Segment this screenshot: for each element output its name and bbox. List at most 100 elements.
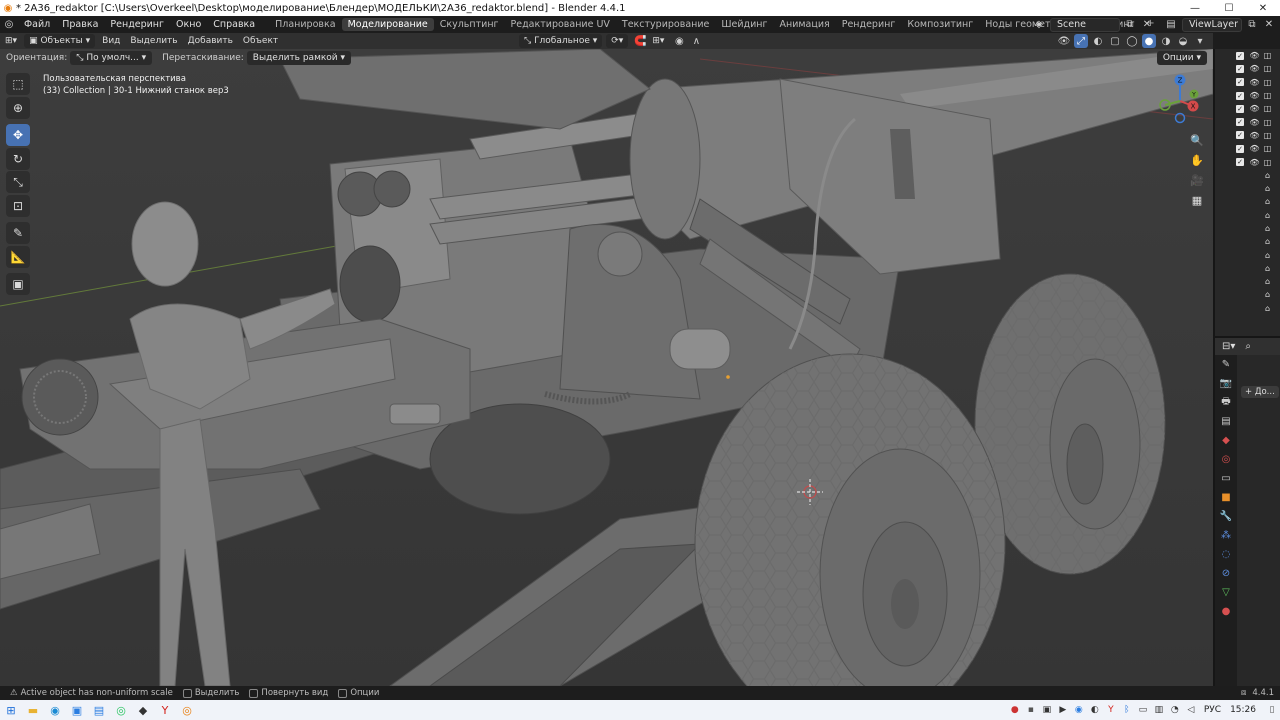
blender-taskbar-icon[interactable]: ◎ [176, 700, 198, 720]
tab-shading[interactable]: Шейдинг [715, 18, 773, 31]
eye-icon[interactable]: 👁 [1249, 118, 1259, 127]
outliner-row[interactable]: ⌂ [1215, 209, 1280, 222]
object-data-icon[interactable]: ⌂ [1263, 251, 1272, 260]
outliner-row[interactable]: ⌂ [1215, 169, 1280, 182]
render-camera-icon[interactable]: ◫ [1263, 91, 1272, 100]
select-box-tool-icon[interactable]: ⬚ [6, 73, 30, 95]
tray-app-icon-6[interactable]: ◐ [1087, 705, 1103, 715]
minimize-button[interactable]: — [1178, 0, 1212, 16]
rendered-shading-icon[interactable]: ◒ [1176, 34, 1190, 48]
edge-browser-icon[interactable]: ◉ [44, 700, 66, 720]
collection-tab-icon[interactable]: ▭ [1215, 469, 1237, 488]
measure-tool-icon[interactable]: 📐 [6, 245, 30, 268]
tab-sculpting[interactable]: Скульптинг [434, 18, 505, 31]
solid-shading-icon[interactable]: ● [1142, 34, 1156, 48]
gizmo-toggle-icon[interactable]: ⤢ [1074, 34, 1088, 48]
outliner-row[interactable]: ✓ 👁 ◫ [1215, 129, 1280, 142]
exclude-checkbox[interactable]: ✓ [1236, 104, 1244, 113]
epic-games-icon[interactable]: ◆ [132, 700, 154, 720]
file-explorer-icon[interactable]: ▬ [22, 700, 44, 720]
bluetooth-icon[interactable]: ᛒ [1119, 705, 1135, 715]
tab-animation[interactable]: Анимация [774, 18, 836, 31]
exclude-checkbox[interactable]: ✓ [1236, 158, 1244, 167]
output-tab-icon[interactable]: 🖶 [1215, 393, 1237, 412]
render-camera-icon[interactable]: ◫ [1263, 118, 1272, 127]
outliner-row[interactable]: ⌂ [1215, 195, 1280, 208]
tray-app-icon-8[interactable]: ▭ [1135, 705, 1151, 715]
tab-texture-paint[interactable]: Текстурирование [616, 18, 715, 31]
close-button[interactable]: ✕ [1246, 0, 1280, 16]
view-layer-icon[interactable]: ▤ [1164, 18, 1178, 32]
menu-object[interactable]: Объект [238, 34, 283, 48]
falloff-icon[interactable]: ∧ [689, 34, 703, 48]
exclude-checkbox[interactable]: ✓ [1236, 118, 1244, 127]
render-camera-icon[interactable]: ◫ [1263, 64, 1272, 73]
menu-render[interactable]: Рендеринг [104, 19, 170, 30]
outliner-row[interactable]: ⌂ [1215, 222, 1280, 235]
tray-app-icon-7[interactable]: Y [1103, 705, 1119, 715]
exclude-checkbox[interactable]: ✓ [1236, 78, 1244, 87]
blender-logo-icon[interactable]: ◎ [0, 19, 18, 30]
transform-tool-icon[interactable]: ⊡ [6, 194, 30, 217]
menu-help[interactable]: Справка [207, 19, 261, 30]
object-data-icon[interactable]: ⌂ [1263, 264, 1272, 273]
object-data-icon[interactable]: ⌂ [1263, 304, 1272, 313]
object-data-icon[interactable]: ⌂ [1263, 290, 1272, 299]
world-tab-icon[interactable]: ◎ [1215, 450, 1237, 469]
data-tab-icon[interactable]: ▽ [1215, 583, 1237, 602]
outliner-row[interactable]: ⌂ [1215, 182, 1280, 195]
render-camera-icon[interactable]: ◫ [1263, 131, 1272, 140]
outliner-row[interactable]: ⌂ [1215, 288, 1280, 301]
visibility-icon[interactable]: 👁 [1057, 34, 1071, 48]
eye-icon[interactable]: 👁 [1249, 104, 1259, 113]
eye-icon[interactable]: 👁 [1249, 91, 1259, 100]
exclude-checkbox[interactable]: ✓ [1236, 64, 1244, 73]
proportional-edit-icon[interactable]: ◉ [672, 34, 686, 48]
move-tool-icon[interactable]: ✥ [6, 124, 30, 146]
snap-icon[interactable]: 🧲 [633, 34, 647, 48]
clock[interactable]: 15:26 [1226, 705, 1264, 715]
eye-icon[interactable]: 👁 [1249, 131, 1259, 140]
object-data-icon[interactable]: ⌂ [1263, 197, 1272, 206]
menu-view[interactable]: Вид [97, 34, 125, 48]
whatsapp-icon[interactable]: ◎ [110, 700, 132, 720]
eye-icon[interactable]: 👁 [1249, 64, 1259, 73]
outliner-row[interactable]: ⌂ [1215, 235, 1280, 248]
exclude-checkbox[interactable]: ✓ [1236, 91, 1244, 100]
scene-selector[interactable]: Scene [1050, 17, 1120, 32]
physics-tab-icon[interactable]: ◌ [1215, 545, 1237, 564]
rotate-tool-icon[interactable]: ↻ [6, 147, 30, 170]
exclude-checkbox[interactable]: ✓ [1236, 51, 1244, 60]
object-data-icon[interactable]: ⌂ [1263, 184, 1272, 193]
constraints-tab-icon[interactable]: ⊘ [1215, 564, 1237, 583]
show-desktop-icon[interactable]: ▯ [1264, 705, 1280, 715]
outliner-row[interactable]: ✓ 👁 ◫ [1215, 115, 1280, 128]
render-camera-icon[interactable]: ◫ [1263, 78, 1272, 87]
scene-icon[interactable]: ◈ [1032, 18, 1046, 32]
tab-compositing[interactable]: Композитинг [901, 18, 979, 31]
tab-modeling[interactable]: Моделирование [341, 18, 434, 31]
options-dropdown[interactable]: Опции ▾ [1156, 51, 1207, 65]
menu-add[interactable]: Добавить [183, 34, 238, 48]
properties-search-icon[interactable]: ⌕ [1245, 341, 1251, 352]
outliner-row[interactable]: ✓ 👁 ◫ [1215, 62, 1280, 75]
object-tab-icon[interactable]: ■ [1215, 488, 1237, 507]
render-tab-icon[interactable]: 📷 [1215, 374, 1237, 393]
wireframe-shading-icon[interactable]: ◯ [1125, 34, 1139, 48]
outliner-row[interactable]: ⌂ [1215, 248, 1280, 261]
network-icon[interactable]: ◔ [1167, 705, 1183, 715]
3d-viewport[interactable]: Ориентация: ⤡ По умолч... ▾ Перетаскиван… [0, 49, 1213, 686]
add-cube-tool-icon[interactable]: ▣ [6, 273, 30, 295]
snap-target-selector[interactable]: ⊞▾ [647, 34, 669, 48]
modifier-tab-icon[interactable]: 🔧 [1215, 507, 1237, 526]
tab-layout[interactable]: Планировка [269, 18, 341, 31]
start-icon[interactable]: ⊞ [0, 700, 22, 720]
cursor-tool-icon[interactable]: ⊕ [6, 96, 30, 119]
xray-toggle-icon[interactable]: ▢ [1108, 34, 1122, 48]
menu-window[interactable]: Окно [170, 19, 207, 30]
tab-uv-editing[interactable]: Редактирование UV [505, 18, 616, 31]
exclude-checkbox[interactable]: ✓ [1236, 131, 1244, 140]
yandex-browser-icon[interactable]: Y [154, 700, 176, 720]
photos-icon[interactable]: ▣ [66, 700, 88, 720]
tray-app-icon-1[interactable]: ● [1007, 705, 1023, 715]
